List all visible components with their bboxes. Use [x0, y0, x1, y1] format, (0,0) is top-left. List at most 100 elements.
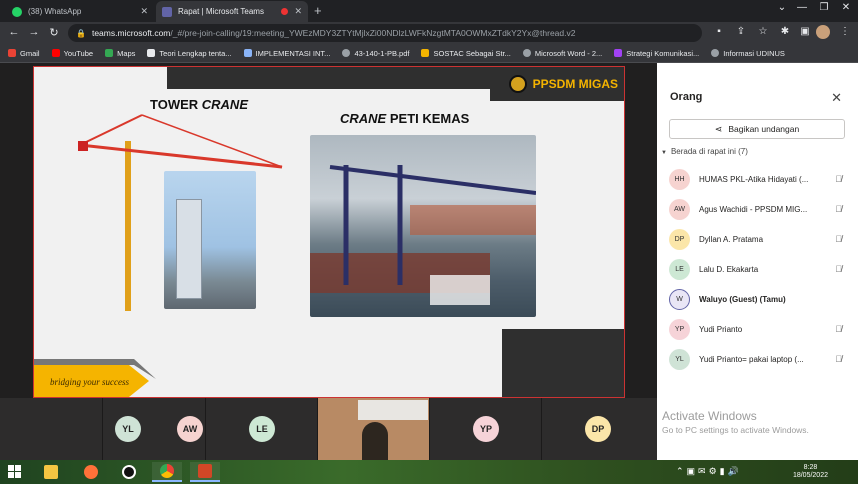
globe-icon: [711, 49, 720, 57]
bookmark-gmail[interactable]: Gmail: [8, 49, 40, 58]
share-invite-label: Bagikan undangan: [728, 124, 800, 134]
share-icon: ⋖: [714, 123, 723, 134]
avatar: AW: [669, 198, 690, 220]
bookmark-word[interactable]: Microsoft Word - 2...: [522, 49, 602, 58]
reload-button[interactable]: ↻: [46, 26, 62, 39]
participant-tile[interactable]: YP: [430, 398, 542, 460]
chevron-down-icon: ▼: [661, 150, 667, 156]
avatar: LE: [669, 258, 690, 280]
globe-icon: [342, 49, 351, 57]
lock-icon: 🔒: [76, 28, 86, 38]
clock-date: 18/05/2022: [792, 472, 828, 479]
bookmark-udinus[interactable]: Informasi UDINUS: [711, 49, 785, 58]
participant-name: Agus Wachidi - PPSDM MIG...: [699, 204, 808, 214]
bookmark-maps[interactable]: Maps: [105, 49, 135, 58]
browser-tab-strip: (38) WhatsApp ✕ Rapat | Microsoft Teams …: [0, 0, 858, 22]
slide-title-crane-peti-kemas: CRANE PETI KEMAS: [340, 111, 470, 126]
browser-toolbar: ← → ↻ 🔒 teams.microsoft.com /_#/pre-join…: [0, 22, 858, 44]
bookmark-youtube[interactable]: YouTube: [51, 49, 93, 58]
url-path: /_#/pre-join-calling/19:meeting_YWEzMDY3…: [170, 28, 576, 38]
back-button[interactable]: ←: [6, 26, 22, 38]
participant-row[interactable]: LE Lalu D. Ekakarta 🎙̸: [657, 254, 858, 284]
bookmark-pdf[interactable]: 43-140-1-PB.pdf: [342, 49, 409, 58]
camera-icon[interactable]: ▪: [712, 26, 726, 37]
participant-row[interactable]: YP Yudi Prianto 🎙̸: [657, 314, 858, 344]
panel-title: Orang: [670, 91, 703, 103]
avatar: W: [669, 288, 690, 310]
slide-footer: bridging your success: [34, 357, 174, 397]
tab-teams[interactable]: Rapat | Microsoft Teams ✕: [156, 1, 308, 22]
star-icon[interactable]: ☆: [756, 26, 770, 37]
page-icon: [421, 49, 430, 57]
menu-icon[interactable]: ⋮: [838, 26, 852, 37]
participant-name: Lalu D. Ekakarta: [699, 264, 759, 274]
brand: PPSDM MIGAS: [508, 75, 618, 93]
participant-name: Yudi Prianto: [699, 324, 743, 334]
whatsapp-icon: [12, 6, 22, 17]
powerpoint-icon[interactable]: [190, 462, 220, 482]
mic-off-icon: 🎙̸: [835, 324, 842, 334]
participant-row[interactable]: W Waluyo (Guest) (Tamu): [657, 284, 858, 314]
participant-video-tile[interactable]: [318, 398, 430, 460]
bookmark-strategi[interactable]: Strategi Komunikasi...: [614, 49, 699, 58]
bookmark-implementasi[interactable]: IMPLEMENTASI INT...: [243, 49, 330, 58]
participant-row[interactable]: YL Yudi Prianto= pakai laptop (... 🎙̸: [657, 344, 858, 374]
sidebar-icon[interactable]: ▣: [798, 26, 812, 37]
youtube-icon: [51, 49, 60, 57]
avatar: YL: [669, 348, 690, 370]
mic-off-icon: 🎙̸: [835, 234, 842, 244]
bookmark-teori[interactable]: Teori Lengkap tenta...: [147, 49, 232, 58]
empty-participant-tile: [0, 398, 103, 460]
inkscape-icon[interactable]: [114, 462, 144, 482]
close-window-button[interactable]: ✕: [834, 2, 858, 13]
new-tab-button[interactable]: +: [314, 3, 322, 18]
brand-text: PPSDM MIGAS: [532, 77, 618, 91]
people-panel: Orang ✕ ⋖ Bagikan undangan ▼ Berada di ra…: [657, 63, 858, 460]
share-icon[interactable]: ⇪: [734, 26, 748, 37]
close-icon[interactable]: ✕: [831, 90, 842, 106]
slide-title-tower-crane: TOWER CRANE: [150, 97, 248, 112]
minimize-button[interactable]: —: [790, 2, 814, 13]
participant-row[interactable]: AW Agus Wachidi - PPSDM MIG... 🎙̸: [657, 194, 858, 224]
recording-icon: [281, 8, 289, 15]
mic-off-icon: 🎙̸: [835, 174, 842, 184]
windows-start-icon[interactable]: [8, 465, 22, 479]
avatar: AW: [177, 416, 203, 442]
share-invite-button[interactable]: ⋖ Bagikan undangan: [669, 119, 845, 139]
participant-row[interactable]: DP Dyllan A. Pratama 🎙̸: [657, 224, 858, 254]
firefox-icon[interactable]: [76, 462, 106, 482]
participant-name: Yudi Prianto= pakai laptop (...: [699, 354, 804, 364]
in-meeting-section-toggle[interactable]: ▼ Berada di rapat ini (7): [661, 147, 748, 156]
avatar: YL: [115, 416, 141, 442]
file-explorer-icon[interactable]: [36, 462, 66, 482]
extensions-icon[interactable]: ✱: [778, 26, 792, 37]
maximize-button[interactable]: ❐: [812, 2, 836, 13]
slide-corner-band: [502, 329, 624, 397]
forward-button[interactable]: →: [26, 26, 42, 38]
tab-whatsapp[interactable]: (38) WhatsApp ✕: [6, 1, 154, 22]
close-tab-icon[interactable]: ✕: [140, 6, 148, 17]
participant-tile[interactable]: YL AW: [103, 398, 206, 460]
watermark-subtitle: Go to PC settings to activate Windows.: [662, 425, 809, 435]
person-video: [362, 422, 388, 460]
meeting-stage: PPSDM MIGAS TOWER CRANE CRANE PETI KEMAS: [0, 63, 657, 460]
avatar: HH: [669, 168, 690, 190]
slide-brand-band: PPSDM MIGAS: [490, 67, 624, 101]
avatar: LE: [249, 416, 275, 442]
participant-name: Dyllan A. Pratama: [699, 234, 764, 244]
address-bar[interactable]: 🔒 teams.microsoft.com /_#/pre-join-calli…: [68, 24, 702, 42]
participant-row[interactable]: HH HUMAS PKL-Atika Hidayati (... 🎙̸: [657, 164, 858, 194]
video-window-bg: [358, 400, 428, 420]
tab-label: Rapat | Microsoft Teams: [178, 7, 264, 16]
globe-icon: [522, 49, 531, 57]
activate-windows-watermark: Activate Windows Go to PC settings to ac…: [662, 409, 809, 435]
close-tab-icon[interactable]: ✕: [294, 6, 302, 17]
chrome-icon[interactable]: [152, 462, 182, 482]
participant-tile[interactable]: LE: [206, 398, 318, 460]
bookmark-sostac[interactable]: SOSTAC Sebagai Str...: [421, 49, 511, 58]
system-tray-icons[interactable]: ⌃▣✉⚙▮🔊: [676, 466, 742, 477]
participant-tile[interactable]: DP: [542, 398, 657, 460]
clock[interactable]: 8:28 18/05/2022: [793, 464, 828, 480]
teams-icon: [162, 6, 172, 17]
profile-avatar[interactable]: [816, 25, 830, 39]
